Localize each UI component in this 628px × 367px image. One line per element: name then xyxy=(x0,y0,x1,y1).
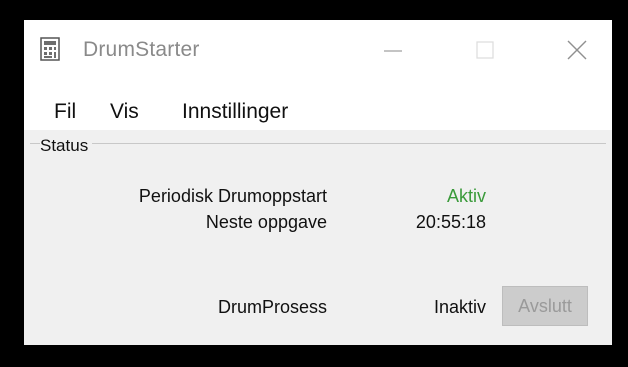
minimize-icon xyxy=(384,50,402,52)
app-icon xyxy=(40,37,60,61)
title-bar[interactable]: DrumStarter xyxy=(24,20,612,80)
close-button[interactable] xyxy=(554,30,600,70)
menu-fil[interactable]: Fil xyxy=(54,100,76,124)
maximize-button[interactable] xyxy=(462,30,508,70)
periodic-start-status: Aktiv xyxy=(446,186,486,206)
menu-innstillinger[interactable]: Innstillinger xyxy=(182,100,288,124)
next-task-time: 20:55:18 xyxy=(415,212,486,232)
periodic-start-label: Periodisk Drumoppstart xyxy=(138,186,327,206)
close-icon xyxy=(567,40,587,60)
menu-vis[interactable]: Vis xyxy=(110,100,139,124)
next-task-label: Neste oppgave xyxy=(205,212,327,232)
minimize-button[interactable] xyxy=(370,30,416,70)
maximize-icon xyxy=(476,41,494,59)
window-title: DrumStarter xyxy=(83,38,200,61)
quit-button[interactable]: Avslutt xyxy=(502,286,588,326)
drum-process-status: Inaktiv xyxy=(433,297,486,317)
drumstarter-window: DrumStarter Fil Vis Innstillinger Status… xyxy=(24,20,612,345)
drum-process-label: DrumProsess xyxy=(217,297,327,317)
menu-bar: Fil Vis Innstillinger xyxy=(24,80,612,130)
status-group-label: Status xyxy=(40,136,93,156)
